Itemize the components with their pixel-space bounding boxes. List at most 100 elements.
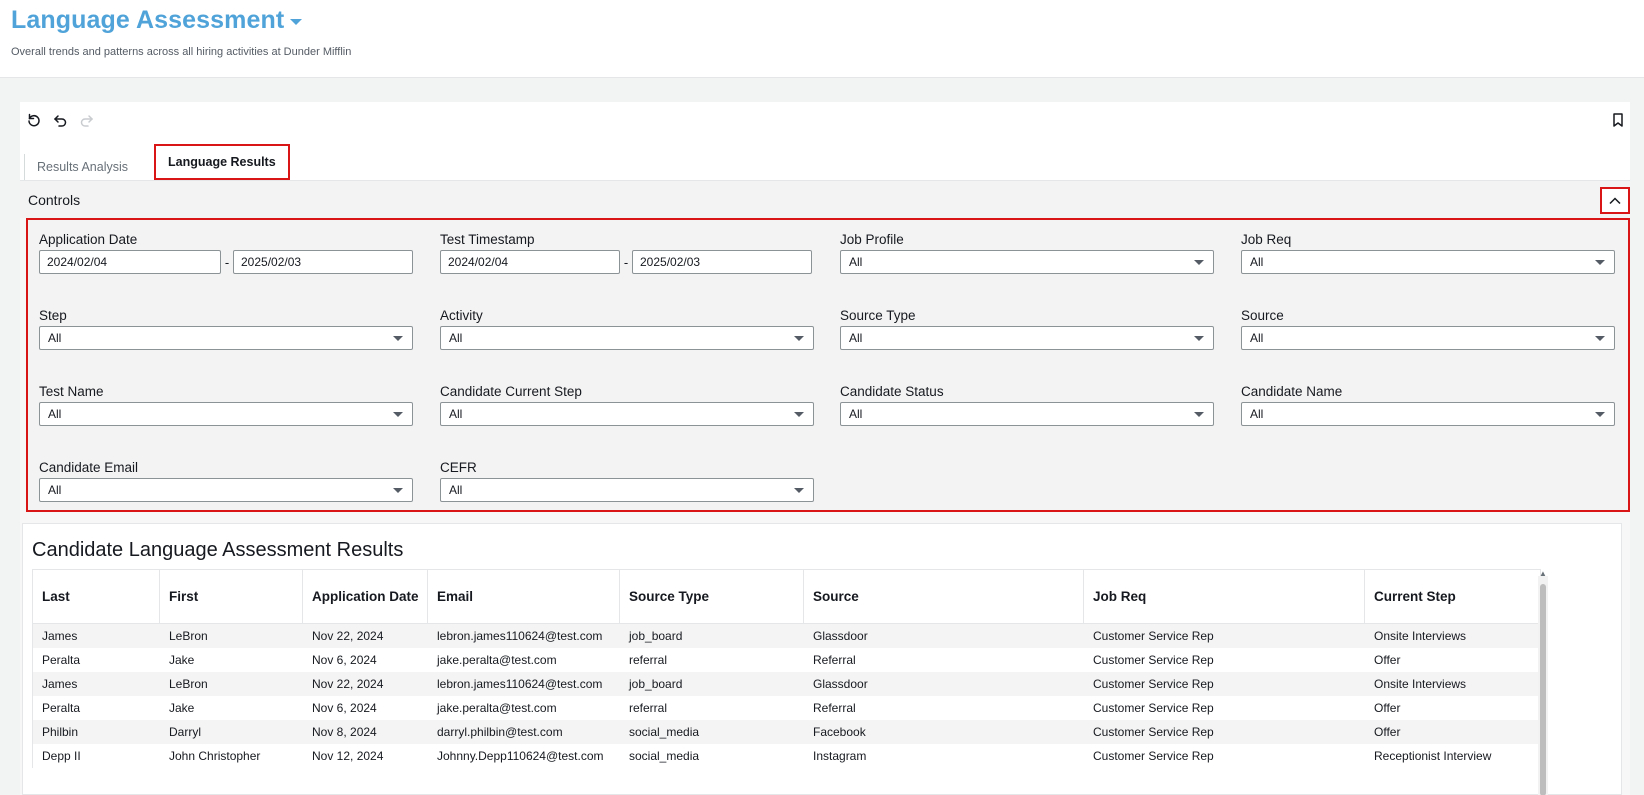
tab-results-analysis[interactable]: Results Analysis (24, 154, 140, 180)
table-cell: Nov 6, 2024 (312, 653, 377, 667)
column-header-email[interactable]: Email (428, 570, 620, 623)
filter-label: Candidate Status (840, 384, 944, 399)
column-header-last[interactable]: Last (33, 570, 160, 623)
table-cell: John Christopher (169, 749, 261, 763)
vertical-scrollbar[interactable] (1538, 576, 1548, 795)
table-row[interactable]: Depp II John Christopher Nov 12, 2024 Johnn… (33, 744, 1541, 768)
table-row[interactable]: Peralta Jake Nov 6, 2024 jake.peralta@test.… (33, 648, 1541, 672)
activity-select[interactable]: All (440, 326, 814, 350)
candidate-name-select[interactable]: All (1241, 402, 1615, 426)
table-cell: James (42, 629, 78, 643)
table-cell: Instagram (813, 749, 867, 763)
column-header-first[interactable]: First (160, 570, 303, 623)
job-req-select[interactable]: All (1241, 250, 1615, 274)
application-date-from-input[interactable]: 2024/02/04 (39, 250, 221, 274)
table-cell: Depp II (42, 749, 81, 763)
table-row[interactable]: Philbin Darryl Nov 8, 2024 darryl.philbin@t… (33, 720, 1541, 744)
candidate-email-select[interactable]: All (39, 478, 413, 502)
table-cell: Glassdoor (813, 677, 868, 691)
table-body: James LeBron Nov 22, 2024 lebron.james11062… (33, 624, 1541, 768)
table-cell: Receptionist Interview (1374, 749, 1492, 763)
step-select[interactable]: All (39, 326, 413, 350)
date-range-separator: - (224, 254, 230, 270)
filter-cefr: CEFR All (440, 460, 814, 502)
select-value: All (849, 407, 863, 421)
scrollbar-thumb[interactable] (1540, 584, 1546, 795)
candidate-current-step-select[interactable]: All (440, 402, 814, 426)
filter-label: Source (1241, 308, 1284, 323)
controls-header: Controls (20, 180, 1630, 218)
sheet-tabs: Results Analysis Language Results (24, 144, 290, 180)
candidate-status-select[interactable]: All (840, 402, 1214, 426)
visual-title: Candidate Language Assessment Results (32, 539, 404, 561)
table-cell: jake.peralta@test.com (437, 701, 557, 715)
table-cell: LeBron (169, 629, 208, 643)
bookmark-icon[interactable] (1610, 112, 1626, 128)
table-cell: lebron.james110624@test.com (437, 677, 603, 691)
redo-icon[interactable] (79, 112, 95, 128)
test-timestamp-from-input[interactable]: 2024/02/04 (440, 250, 620, 274)
undo-icon[interactable] (52, 112, 68, 128)
filter-label: Job Req (1241, 232, 1292, 247)
filter-activity: Activity All (440, 308, 814, 350)
filter-application-date: Application Date 2024/02/04 - 2025/02/03 (39, 232, 413, 274)
date-range-separator: - (623, 254, 629, 270)
column-header-source[interactable]: Source (804, 570, 1084, 623)
caret-down-icon (794, 412, 804, 417)
caret-down-icon (794, 488, 804, 493)
application-date-to-input[interactable]: 2025/02/03 (233, 250, 413, 274)
filter-label: Candidate Current Step (440, 384, 582, 399)
table-row[interactable]: Peralta Jake Nov 6, 2024 jake.peralta@test.… (33, 696, 1541, 720)
table-cell: lebron.james110624@test.com (437, 629, 603, 643)
filter-label: Candidate Name (1241, 384, 1343, 399)
table-cell: LeBron (169, 677, 208, 691)
source-type-select[interactable]: All (840, 326, 1214, 350)
table-cell: jake.peralta@test.com (437, 653, 557, 667)
cefr-select[interactable]: All (440, 478, 814, 502)
dashboard-title-dropdown[interactable]: Language Assessment (11, 6, 303, 35)
results-table-visual: Candidate Language Assessment Results La… (22, 523, 1622, 795)
reset-icon[interactable] (26, 112, 42, 128)
table-cell: Nov 8, 2024 (312, 725, 377, 739)
caret-down-icon (1194, 260, 1204, 265)
caret-down-icon (393, 488, 403, 493)
caret-down-icon[interactable] (290, 19, 303, 25)
table-cell: Offer (1374, 701, 1401, 715)
table-cell: Offer (1374, 725, 1401, 739)
column-header-application-date[interactable]: Application Date (303, 570, 428, 623)
test-timestamp-to-input[interactable]: 2025/02/03 (632, 250, 812, 274)
column-header-current-step[interactable]: Current Step (1365, 570, 1541, 623)
controls-label: Controls (28, 192, 81, 208)
select-value: All (48, 483, 62, 497)
dashboard-title[interactable]: Language Assessment (11, 6, 284, 35)
filter-candidate-current-step: Candidate Current Step All (440, 384, 814, 426)
table-cell: Onsite Interviews (1374, 629, 1467, 643)
filter-source-type: Source Type All (840, 308, 1214, 350)
column-header-source-type[interactable]: Source Type (620, 570, 804, 623)
table-cell: Referral (813, 653, 856, 667)
table-cell: Peralta (42, 653, 81, 667)
caret-down-icon (1595, 260, 1605, 265)
filter-candidate-status: Candidate Status All (840, 384, 1214, 426)
caret-down-icon (1595, 412, 1605, 417)
table-cell: darryl.philbin@test.com (437, 725, 563, 739)
tab-language-results[interactable]: Language Results (154, 144, 290, 180)
select-value: All (849, 331, 863, 345)
table-row[interactable]: James LeBron Nov 22, 2024 lebron.james11062… (33, 672, 1541, 696)
collapse-controls-button[interactable] (1600, 187, 1630, 214)
column-header-job-req[interactable]: Job Req (1084, 570, 1365, 623)
filter-label: Test Timestamp (440, 232, 535, 247)
page-header: Language Assessment Overall trends and p… (0, 0, 1644, 78)
filter-label: Test Name (39, 384, 104, 399)
source-select[interactable]: All (1241, 326, 1615, 350)
table-cell: Customer Service Rep (1093, 701, 1214, 715)
table-cell: Offer (1374, 653, 1401, 667)
table-cell: referral (629, 653, 668, 667)
table-cell: Customer Service Rep (1093, 653, 1214, 667)
table-cell: social_media (629, 749, 700, 763)
filter-candidate-email: Candidate Email All (39, 460, 413, 502)
test-name-select[interactable]: All (39, 402, 413, 426)
table-row[interactable]: James LeBron Nov 22, 2024 lebron.james11062… (33, 624, 1541, 648)
filter-label: Application Date (39, 232, 138, 247)
job-profile-select[interactable]: All (840, 250, 1214, 274)
